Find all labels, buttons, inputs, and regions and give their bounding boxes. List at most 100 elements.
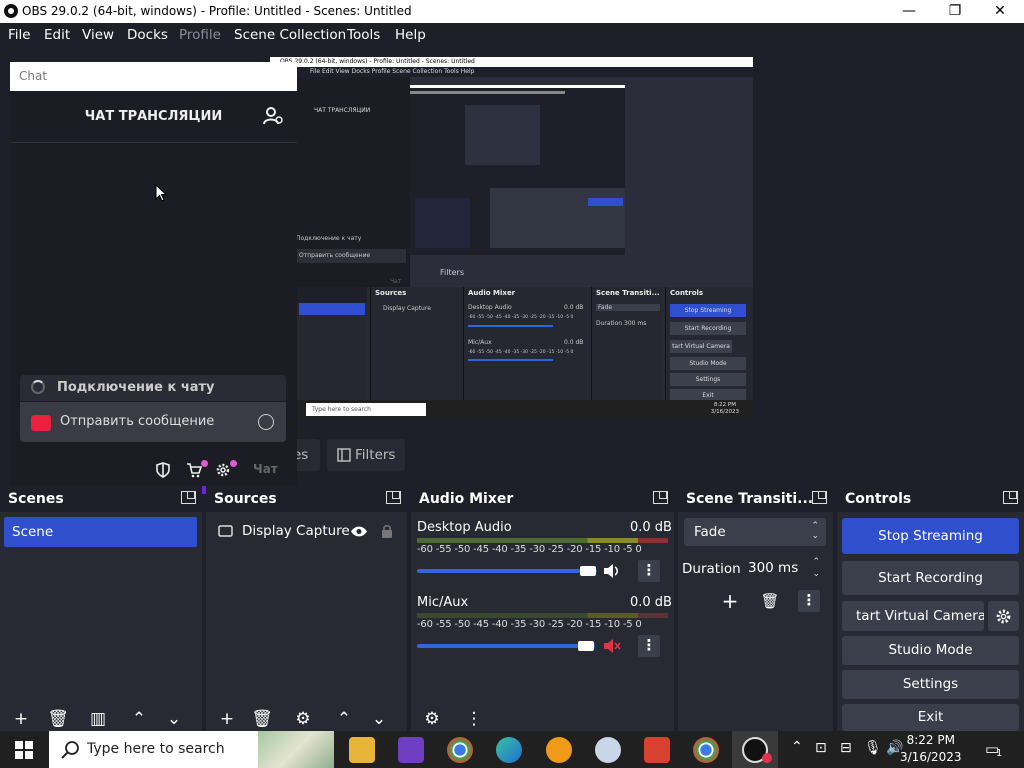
- start-recording-button[interactable]: Start Recording: [842, 561, 1019, 595]
- maximize-button[interactable]: ❐: [932, 0, 978, 23]
- mic-aux-meter: [417, 613, 668, 618]
- source-properties-icon[interactable]: ⚙: [291, 709, 315, 729]
- notification-count: 1: [996, 748, 1003, 759]
- microphone-icon[interactable]: 🎙: [864, 740, 882, 756]
- capture-transitions-title: Scene Transiti...: [596, 289, 660, 297]
- undock-icon[interactable]: [1003, 491, 1018, 504]
- audio-mixer-menu-icon[interactable]: ⋮: [462, 709, 486, 729]
- notification-dot: [230, 460, 237, 467]
- menu-scene-collection[interactable]: Scene Collection: [234, 27, 346, 43]
- desktop-audio-db: 0.0 dB: [630, 520, 672, 535]
- start-virtual-camera-button[interactable]: tart Virtual Camera: [842, 601, 984, 631]
- menu-edit[interactable]: Edit: [44, 27, 70, 43]
- menu-tools[interactable]: Tools: [347, 27, 380, 43]
- studio-mode-button[interactable]: Studio Mode: [842, 636, 1019, 665]
- app-icon[interactable]: [644, 737, 670, 763]
- windows-start-icon[interactable]: [15, 741, 33, 759]
- menu-profile[interactable]: Profile: [179, 27, 221, 43]
- tab-filters[interactable]: Filters: [327, 439, 405, 471]
- source-item-label: Display Capture: [242, 523, 350, 539]
- speaker-icon[interactable]: [603, 563, 621, 579]
- notification-dot: [201, 460, 208, 467]
- speaker-muted-icon[interactable]: [603, 638, 621, 654]
- close-button[interactable]: ✕: [977, 0, 1023, 23]
- chevron-updown-icon: ⌃ ⌄: [811, 521, 819, 541]
- shield-icon[interactable]: [155, 462, 171, 478]
- transition-select[interactable]: Fade ⌃ ⌄: [684, 518, 826, 546]
- desktop-audio-volume-handle[interactable]: [580, 566, 596, 576]
- search-highlight-panda-image: [258, 731, 334, 768]
- transition-select-value: Fade: [694, 524, 726, 540]
- capture-taskbar-search: Type here to search: [306, 403, 426, 416]
- edge-icon[interactable]: [496, 737, 522, 763]
- scene-item[interactable]: Scene: [4, 517, 197, 547]
- chevron-up-icon[interactable]: ⌃: [791, 739, 803, 755]
- duration-spinbox[interactable]: 300 ms ⌃ ⌄: [740, 554, 826, 582]
- chat-send-input[interactable]: Отправить сообщение: [20, 402, 286, 442]
- exit-button[interactable]: Exit: [842, 704, 1019, 731]
- add-source-icon[interactable]: +: [215, 709, 239, 729]
- tab-filters-label: Filters: [355, 447, 396, 463]
- taskbar-clock[interactable]: 8:22 PM 3/16/2023: [900, 732, 962, 766]
- undock-icon[interactable]: [653, 491, 668, 504]
- cart-icon[interactable]: [186, 462, 202, 478]
- gear-icon: [996, 609, 1011, 624]
- minimize-button[interactable]: —: [886, 0, 932, 23]
- paint-icon[interactable]: [595, 737, 621, 763]
- audio-mixer-toolbar: ⚙ ⋮: [411, 707, 674, 731]
- menu-help[interactable]: Help: [395, 27, 426, 43]
- mic-aux-volume-handle[interactable]: [578, 641, 594, 651]
- capture-chat-connecting: Подключение к чату: [296, 235, 362, 242]
- settings-button[interactable]: Settings: [842, 670, 1019, 699]
- advanced-audio-icon[interactable]: ⚙: [420, 709, 444, 729]
- search-app-icon[interactable]: [546, 737, 572, 763]
- source-item[interactable]: Display Capture: [210, 517, 402, 547]
- gear-icon[interactable]: [215, 462, 231, 478]
- chat-submit-button[interactable]: Чат: [253, 462, 278, 476]
- add-transition-icon[interactable]: +: [718, 590, 742, 612]
- chat-heading: ЧАТ ТРАНСЛЯЦИИ: [10, 91, 297, 143]
- remove-scene-icon[interactable]: 🗑: [46, 709, 70, 729]
- desktop-audio-volume-slider[interactable]: [417, 569, 597, 573]
- obs-taskbar-item[interactable]: [732, 731, 778, 768]
- lock-icon[interactable]: [381, 524, 393, 539]
- menu-bar: File Edit View Docks Profile Scene Colle…: [0, 23, 1024, 47]
- move-source-up-icon[interactable]: ⌃: [332, 709, 356, 729]
- stop-streaming-button[interactable]: Stop Streaming: [842, 518, 1019, 554]
- chrome-icon[interactable]: [447, 737, 473, 763]
- mic-aux-volume-slider[interactable]: [417, 644, 595, 648]
- capture-chat-heading: ЧАТ ТРАНСЛЯЦИИ: [314, 107, 371, 114]
- network-status-icon[interactable]: ⊡: [815, 740, 827, 756]
- chrome-icon[interactable]: [693, 737, 719, 763]
- undock-icon[interactable]: [812, 491, 827, 504]
- add-scene-icon[interactable]: +: [9, 709, 33, 729]
- capture-taskbar: Type here to search 8:22 PM 3/16/2023: [296, 400, 753, 419]
- menu-docks[interactable]: Docks: [127, 27, 168, 43]
- undock-icon[interactable]: [181, 491, 196, 504]
- spin-arrows-icon[interactable]: ⌃ ⌄: [812, 556, 820, 580]
- transition-menu-button[interactable]: ⋮: [798, 590, 820, 612]
- virtual-camera-settings-button[interactable]: [988, 601, 1019, 631]
- move-scene-up-icon[interactable]: ⌃: [127, 709, 151, 729]
- move-source-down-icon[interactable]: ⌄: [367, 709, 391, 729]
- scene-filters-icon[interactable]: ▥: [86, 709, 110, 729]
- visual-studio-icon[interactable]: [398, 737, 424, 763]
- desktop-audio-meter: [417, 538, 668, 543]
- file-explorer-icon[interactable]: [349, 737, 375, 763]
- ethernet-icon[interactable]: ⊟: [840, 740, 852, 756]
- duration-label: Duration: [682, 561, 741, 577]
- menu-file[interactable]: File: [8, 27, 31, 43]
- remove-transition-icon[interactable]: 🗑: [758, 590, 782, 612]
- remove-source-icon[interactable]: 🗑: [250, 709, 274, 729]
- capture-audio-mixer-title: Audio Mixer: [468, 289, 516, 297]
- desktop-audio-menu-button[interactable]: ⋮: [638, 560, 660, 582]
- capture-time: 8:22 PM: [713, 402, 736, 408]
- mic-aux-db: 0.0 dB: [630, 595, 672, 610]
- menu-view[interactable]: View: [82, 27, 114, 43]
- undock-icon[interactable]: [386, 491, 401, 504]
- move-scene-down-icon[interactable]: ⌄: [162, 709, 186, 729]
- manage-users-icon[interactable]: [263, 106, 283, 126]
- eye-icon[interactable]: [350, 525, 368, 538]
- mic-aux-menu-button[interactable]: ⋮: [638, 635, 660, 657]
- emoji-icon[interactable]: [258, 414, 274, 430]
